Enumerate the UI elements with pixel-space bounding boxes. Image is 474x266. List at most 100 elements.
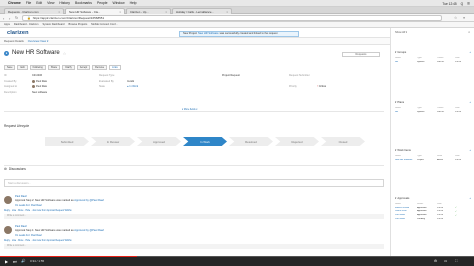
volume-icon[interactable]: 🔊 (21, 259, 25, 263)
clarify-button[interactable]: Clarify (62, 65, 75, 70)
links-button[interactable]: Links (109, 65, 121, 70)
post-text: Approval Step 1: New HR Software was mar… (15, 229, 104, 232)
list-item[interactable]: Paul Rawl Pending 2/3/15 (395, 217, 471, 221)
list-item[interactable]: New HR Software Project Active 2/3/15 (395, 158, 471, 162)
approvals-block: ▾ Approvals + Name Status Date Melissa Kaeli… (395, 196, 471, 221)
show-all-dropdown[interactable]: Show All ▾ (395, 31, 407, 34)
close-icon[interactable]: × (165, 10, 167, 14)
bookmark-item[interactable]: Mobile Connect Conf... (91, 23, 117, 26)
app-menu[interactable]: Chrome (8, 1, 21, 5)
comment-input[interactable]: Write a comment... (4, 214, 384, 219)
tab-title: Requests - Clarizen.com (8, 9, 39, 14)
remove-button[interactable]: Remove (92, 65, 108, 70)
share-button[interactable]: Share (47, 65, 61, 70)
post-author[interactable]: Paul Rawl (15, 195, 27, 198)
accept-button[interactable]: Accept (76, 65, 91, 70)
field-evaluated-by: Evaluated By Invalid (99, 79, 135, 83)
menu-file[interactable]: File (26, 1, 31, 5)
back-icon[interactable]: ‹ (3, 16, 4, 21)
star-icon[interactable]: ☆ (63, 51, 67, 56)
save-button[interactable]: Save (4, 65, 16, 70)
gear-icon[interactable]: ⚙ (4, 167, 7, 171)
success-toast: New Project New HR Software was successf… (179, 30, 299, 37)
divider (4, 111, 384, 112)
stage-resolved[interactable]: Resolved (229, 137, 273, 146)
list-item[interactable]: HR System Paul R. 2/3/15 (395, 110, 471, 114)
stage-approved[interactable]: Approved (137, 137, 181, 146)
fullscreen-icon[interactable]: ⛶ (455, 259, 457, 263)
panel-tool[interactable]: A (468, 31, 470, 34)
add-icon[interactable]: + (469, 149, 471, 152)
discussion-input[interactable]: Start a discussion... (4, 179, 384, 187)
play-icon[interactable]: ▶ (5, 259, 8, 264)
captions-icon[interactable]: ▭ (444, 259, 447, 263)
post-author[interactable]: Paul Rawl (15, 225, 27, 228)
close-icon[interactable]: × (226, 10, 228, 14)
main-content: ● New HR Software ☆ Requests Save Edit F… (0, 45, 390, 256)
post-text: Approval Step 2: New HR Software was mar… (15, 199, 104, 202)
right-panel: Show All ▾ A ▾ Groups + Name Type Owner Date … (390, 28, 474, 256)
stage-in-review[interactable]: In Review (91, 137, 135, 146)
discussion-post: Paul Rawl Approval Step 1: New HR Softwa… (4, 225, 384, 251)
view-selector[interactable]: Overview View ▾ (28, 39, 49, 43)
menu-window[interactable]: Window (113, 1, 125, 5)
chevron-down-icon[interactable]: ▾ (395, 50, 396, 54)
close-icon[interactable]: × (119, 10, 121, 14)
menu-view[interactable]: View (47, 1, 54, 5)
star-icon[interactable]: ☆ (454, 16, 457, 20)
menu-people[interactable]: People (97, 1, 108, 5)
status-area: Tue 12:45 Q ☰ (442, 0, 470, 7)
clarizen-logo[interactable]: clarizen (7, 30, 29, 36)
chevron-down-icon[interactable]: ▾ (395, 148, 396, 152)
close-icon[interactable]: × (58, 10, 60, 14)
avatar[interactable] (4, 226, 12, 234)
menu-bookmarks[interactable]: Bookmarks (75, 1, 92, 5)
settings-icon[interactable]: ⚙ (434, 259, 437, 263)
stage-submitted[interactable]: Submitted (45, 137, 89, 146)
reload-icon[interactable]: ↻ (15, 16, 18, 20)
following-button[interactable]: Following (29, 65, 46, 70)
bookmark-item[interactable]: Dashboard - Clarizen (14, 23, 39, 26)
menu-icon[interactable]: ≡ (463, 16, 465, 20)
menu-edit[interactable]: Edit (36, 1, 42, 5)
chevron-down-icon[interactable]: ▾ (395, 196, 396, 200)
work-items-block: ▾ Work Items + Name Type State Date New HR So… (395, 148, 471, 162)
block-title: Work Items (397, 148, 411, 152)
post-meta[interactable]: Reply · Like · More · Hide · Just now fr… (4, 210, 71, 212)
notifications-icon[interactable]: ☰ (467, 2, 470, 6)
breadcrumb-item[interactable]: Request Details (4, 39, 24, 43)
menu-help[interactable]: Help (130, 1, 137, 5)
address-bar[interactable]: 🔒 https://app2.clarizen.com/Clarizen/Req… (22, 15, 442, 21)
avatar[interactable] (4, 196, 12, 204)
bookmark-item[interactable]: System Dashboard (42, 23, 64, 26)
add-icon[interactable]: + (469, 101, 471, 104)
toast-link[interactable]: New HR Software (198, 32, 219, 35)
requests-button[interactable]: Requests (342, 52, 380, 57)
title-row: ● New HR Software ☆ (4, 50, 66, 56)
block-title: Approvals (397, 196, 410, 200)
add-icon[interactable]: + (469, 197, 471, 200)
post-meta[interactable]: Reply · Like · More · Hide · Just now fr… (4, 240, 71, 242)
menu-history[interactable]: History (59, 1, 70, 5)
next-icon[interactable]: ⏭ (13, 259, 17, 264)
plans-block: ▾ Plans + Name Type Owner Date HR System Paul R… (395, 100, 471, 114)
stage-closed[interactable]: Closed (321, 137, 365, 146)
post-link[interactable]: On Leads For: Paul Rawl (15, 234, 42, 237)
bookmark-item[interactable]: Apps (4, 23, 10, 26)
stage-in-work[interactable]: In Work (183, 137, 227, 146)
video-progress-fill (0, 256, 138, 257)
video-progress[interactable] (0, 256, 474, 257)
chevron-down-icon[interactable]: ▾ (395, 100, 396, 104)
comment-input[interactable]: Write a comment... (4, 244, 384, 249)
tab-title: Holiday / Calls - Lernalliance... (176, 9, 214, 14)
stage-rejected[interactable]: Rejected (275, 137, 319, 146)
edit-button[interactable]: Edit (17, 65, 28, 70)
add-icon[interactable]: + (469, 51, 471, 54)
spotlight-icon[interactable]: Q (461, 2, 463, 6)
list-item[interactable]: HR System Paul R. 2/3/15 (395, 60, 471, 64)
forward-icon[interactable]: › (9, 16, 10, 21)
post-link[interactable]: On Leads For: Paul Rawl (15, 204, 42, 207)
clock[interactable]: Tue 12:45 (442, 2, 456, 6)
lifecycle-title: Request Lifecycle (4, 124, 30, 128)
bookmark-item[interactable]: Browse Projects (69, 23, 88, 26)
